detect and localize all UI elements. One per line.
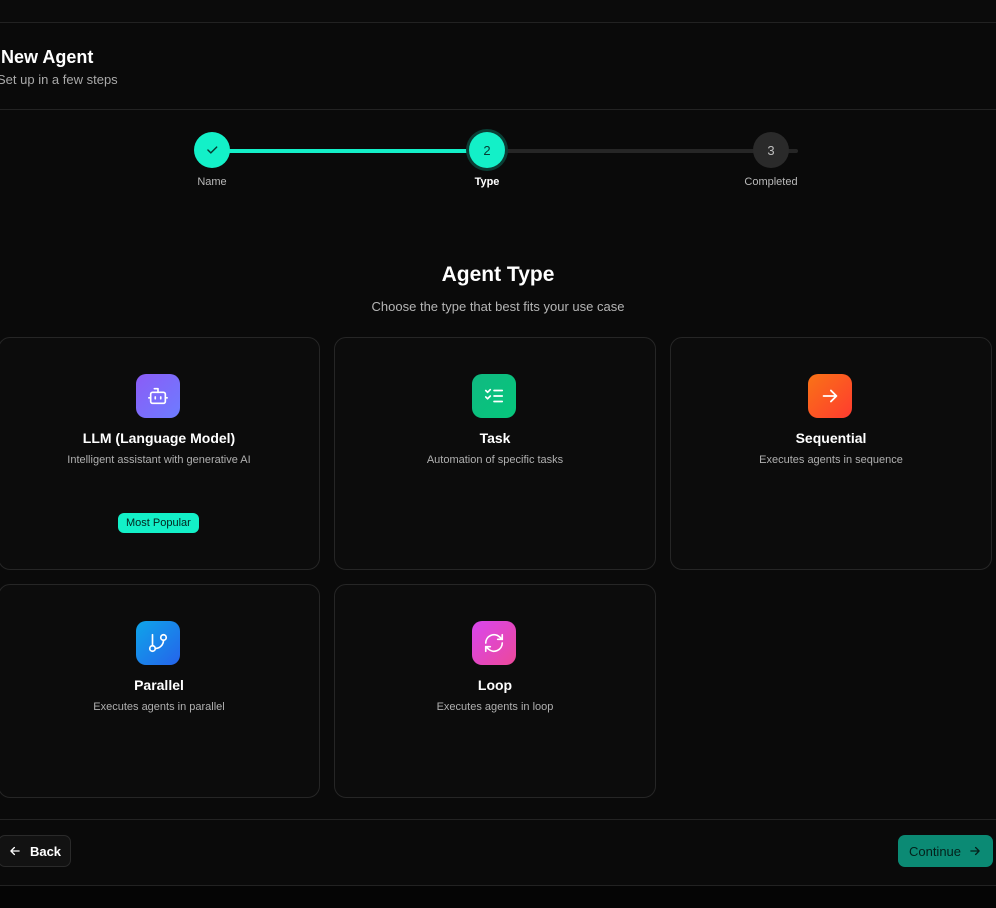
- arrow-left-icon: [8, 844, 22, 858]
- dialog-title: New Agent: [1, 47, 94, 67]
- step-3-label: Completed: [744, 176, 798, 188]
- card-title: Loop: [477, 677, 513, 693]
- step-3-indicator: 3: [753, 132, 789, 168]
- card-title: Parallel: [134, 677, 184, 693]
- check-icon: [205, 143, 219, 157]
- new-agent-dialog: New Agent Set up in a few steps Name 2 T…: [0, 22, 996, 886]
- agent-type-card-sequential[interactable]: Sequential Executes agents in sequence: [670, 337, 992, 570]
- refresh-icon: [483, 632, 505, 654]
- stepper-progress-track: [212, 149, 487, 153]
- step-2-label: Type: [474, 176, 500, 188]
- footer-divider: [0, 819, 996, 820]
- card-icon-box: [472, 621, 516, 665]
- card-description: Automation of specific tasks: [426, 454, 564, 466]
- bot-icon: [147, 385, 169, 407]
- agent-type-card-llm[interactable]: LLM (Language Model) Intelligent assista…: [0, 337, 320, 570]
- card-icon-box: [136, 621, 180, 665]
- arrow-right-icon: [968, 844, 982, 858]
- arrow-right-icon: [819, 385, 841, 407]
- top-bar: [0, 0, 996, 22]
- continue-button[interactable]: Continue: [898, 835, 993, 867]
- section-title: Agent Type: [441, 263, 555, 286]
- card-icon-box: [808, 374, 852, 418]
- git-branch-icon: [147, 632, 169, 654]
- card-description: Executes agents in parallel: [93, 701, 225, 713]
- stepper-remaining-track: [487, 149, 798, 153]
- dialog-subtitle: Set up in a few steps: [0, 72, 118, 87]
- section-subtitle: Choose the type that best fits your use …: [371, 299, 625, 314]
- checklist-icon: [483, 385, 505, 407]
- step-2-indicator: 2: [469, 132, 505, 168]
- card-description: Executes agents in sequence: [759, 454, 903, 466]
- step-1-label: Name: [197, 176, 227, 188]
- agent-type-card-loop[interactable]: Loop Executes agents in loop: [334, 584, 656, 798]
- card-description: Intelligent assistant with generative AI: [67, 454, 251, 466]
- agent-type-card-parallel[interactable]: Parallel Executes agents in parallel: [0, 584, 320, 798]
- card-title: Task: [479, 430, 511, 446]
- card-description: Executes agents in loop: [436, 701, 554, 713]
- back-button-label: Back: [29, 843, 62, 859]
- card-title: LLM (Language Model): [82, 430, 236, 446]
- continue-button-label: Continue: [908, 843, 962, 859]
- card-icon-box: [136, 374, 180, 418]
- back-button[interactable]: Back: [0, 835, 71, 867]
- most-popular-badge: Most Popular: [118, 513, 199, 533]
- card-title: Sequential: [795, 430, 867, 446]
- dialog-header: New Agent Set up in a few steps: [0, 23, 996, 110]
- agent-type-card-task[interactable]: Task Automation of specific tasks: [334, 337, 656, 570]
- card-icon-box: [472, 374, 516, 418]
- step-1-indicator: [194, 132, 230, 168]
